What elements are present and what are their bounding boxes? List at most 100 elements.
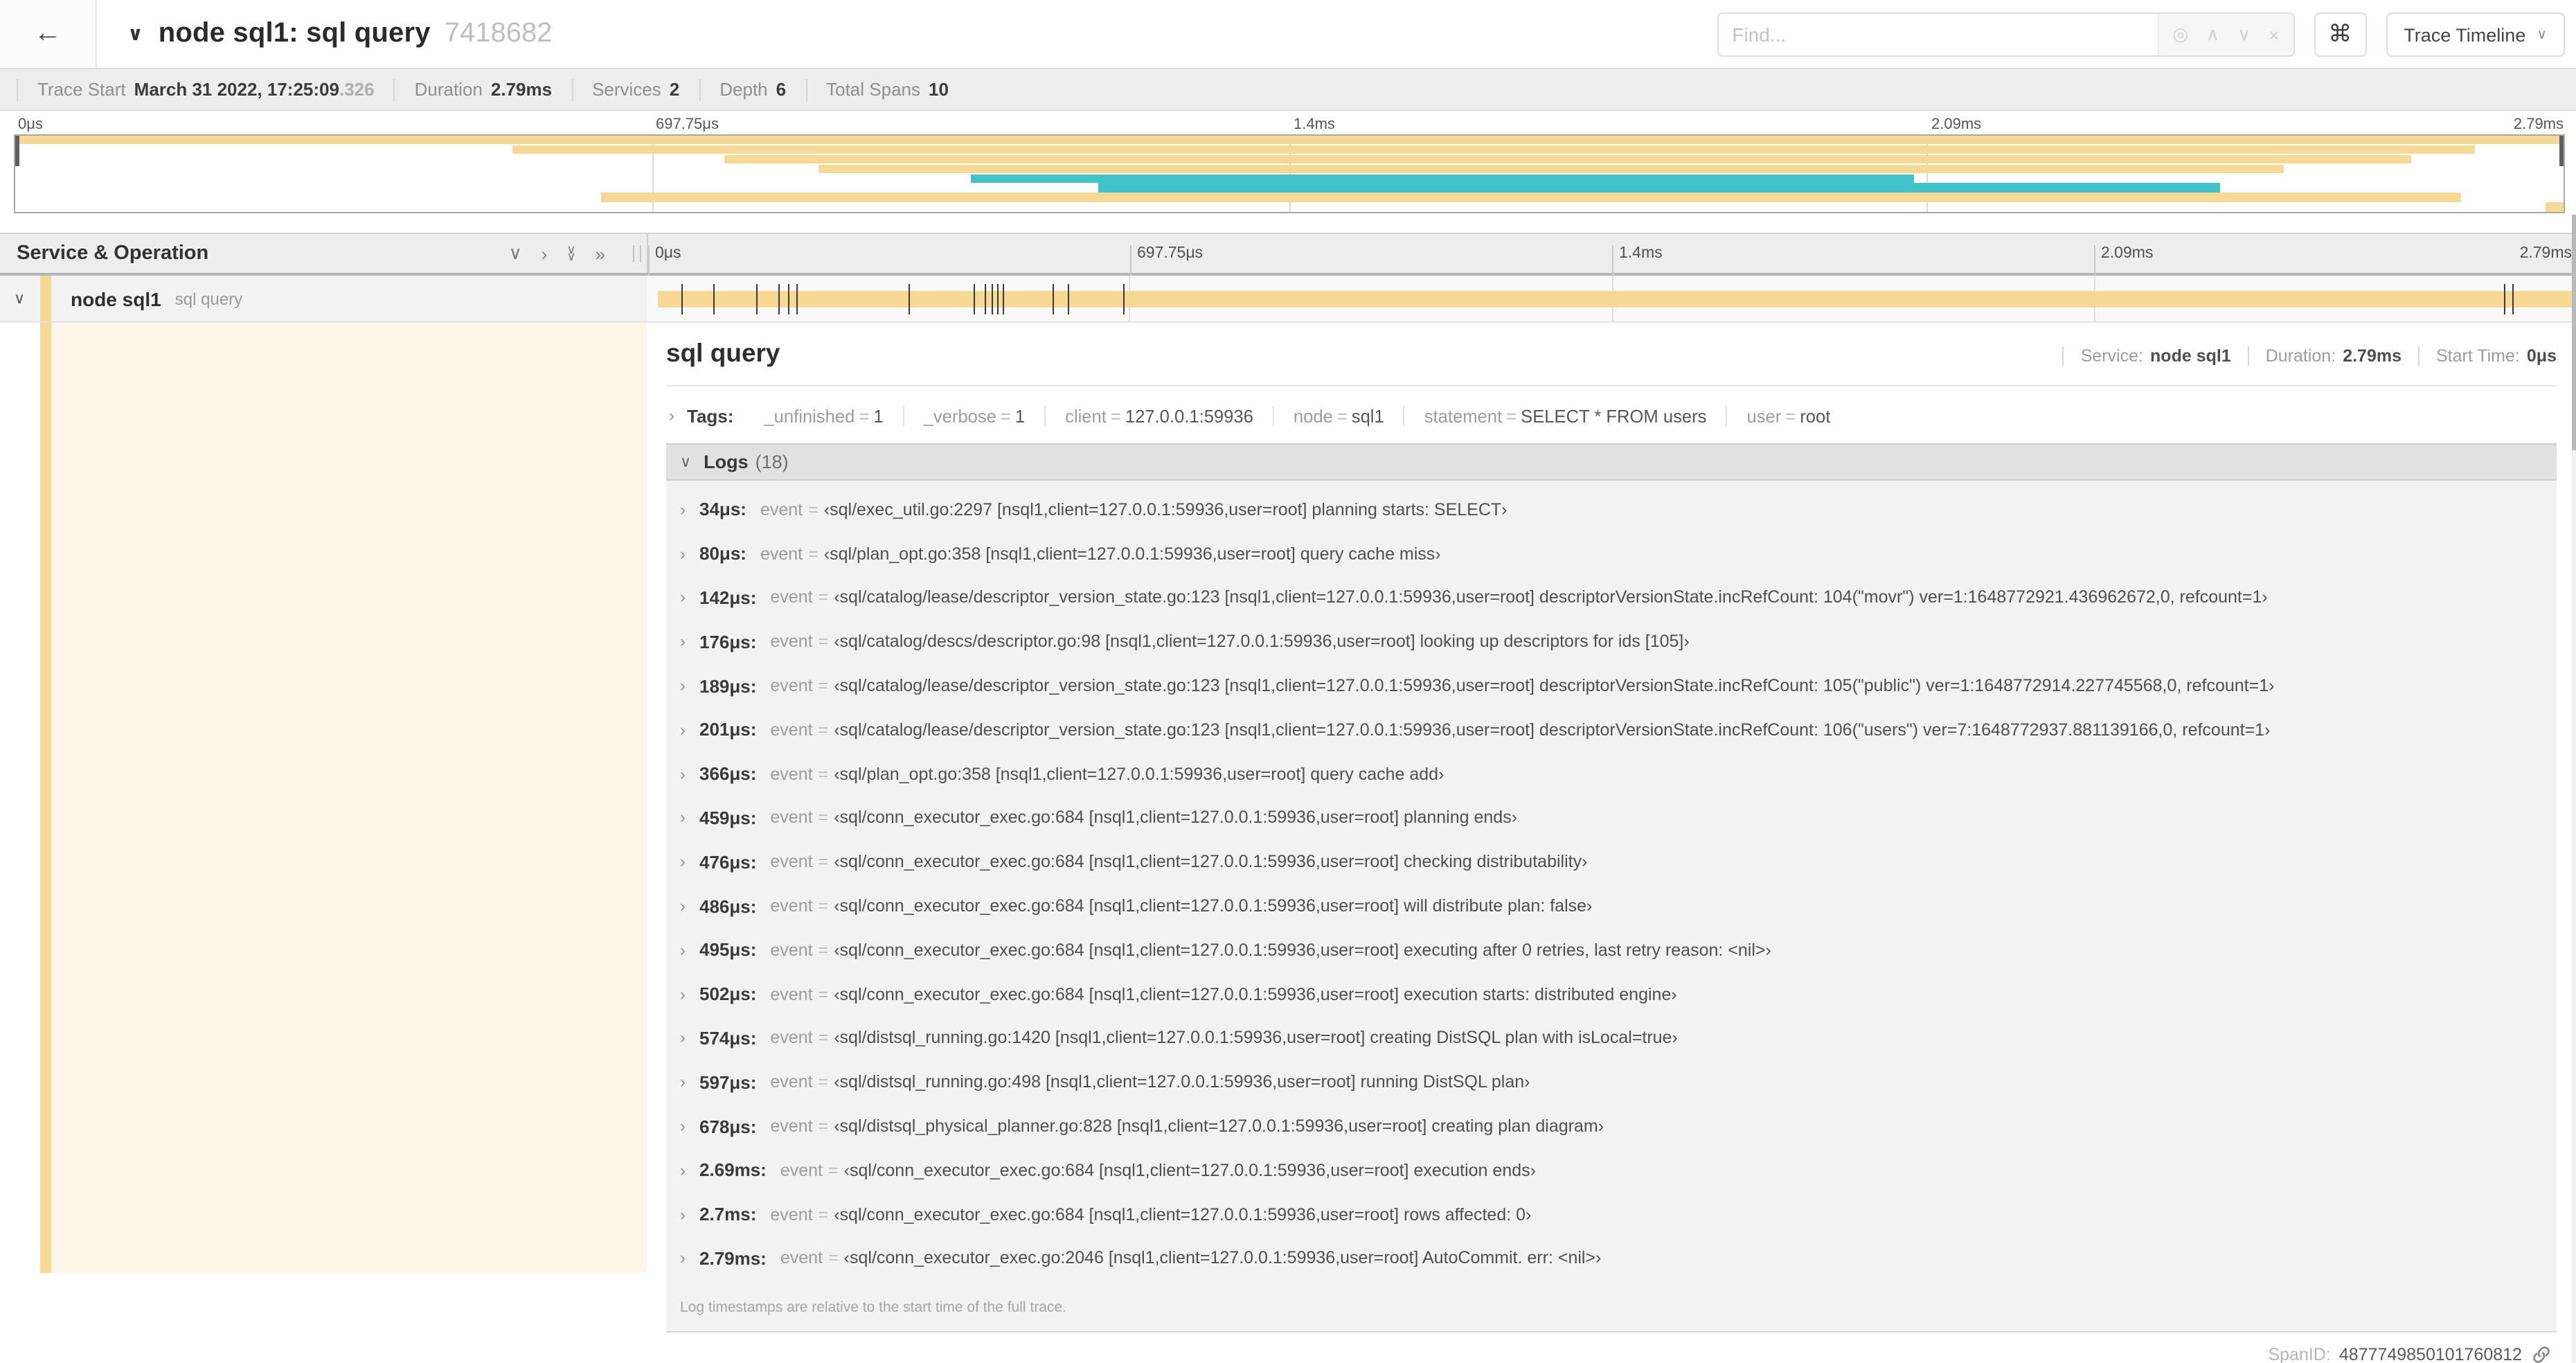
log-field-value: ‹sql/plan_opt.go:358 [nsql1,client=127.0… [823,544,1441,564]
viewport-drag-handle-right[interactable] [2559,136,2564,166]
log-event-mark[interactable] [996,284,999,314]
service-color-stripe [40,276,51,321]
log-timestamp: 574μs: [699,1027,757,1049]
find-icons: ◎ ∧ ∨ × [2157,14,2293,55]
timeline-minimap[interactable] [14,134,2565,213]
chevron-right-icon: › [680,1248,686,1268]
log-entry[interactable]: › 476μs: event = ‹sql/conn_executor_exec… [669,840,2557,884]
chevron-down-icon[interactable]: ∨ [127,22,143,46]
log-event-mark[interactable] [2504,284,2506,314]
log-field-value: ‹sql/catalog/descs/descriptor.go:98 [nsq… [834,632,1690,652]
scrollbar[interactable] [2572,215,2576,1363]
log-entry[interactable]: › 2.7ms: event = ‹sql/conn_executor_exec… [669,1193,2557,1237]
timeline-tick-label: 0μs [648,245,681,277]
log-event-mark[interactable] [974,284,976,314]
log-entry[interactable]: › 366μs: event = ‹sql/plan_opt.go:358 [n… [669,752,2557,796]
log-entry[interactable]: › 176μs: event = ‹sql/catalog/descs/desc… [669,620,2557,664]
log-field-value: ‹sql/distsql_running.go:498 [nsql1,clien… [834,1072,1530,1092]
log-entry[interactable]: › 459μs: event = ‹sql/conn_executor_exec… [669,796,2557,840]
column-resizer[interactable] [633,245,641,262]
log-event-mark[interactable] [713,284,715,314]
span-id-row: SpanID: 4877749850101760812 [666,1346,2557,1363]
chevron-right-icon: › [680,587,686,607]
log-event-mark[interactable] [991,284,993,314]
log-event-mark[interactable] [755,284,758,314]
summary-label: Trace Start [37,79,126,100]
log-event-mark[interactable] [788,284,790,314]
tag-key: client [1065,405,1107,426]
chevron-right-icon[interactable]: › [669,406,674,425]
trace-title-wrap[interactable]: ∨ node sql1: sql query 7418682 [127,18,552,50]
chevron-right-icon: › [680,940,686,960]
log-field-value: ‹sql/conn_executor_exec.go:684 [nsql1,cl… [834,896,1593,916]
log-entry[interactable]: › 34μs: event = ‹sql/exec_util.go:2297 [… [669,488,2557,532]
chevron-down-icon: ∨ [680,454,692,471]
meta-label: Start Time: [2436,346,2520,366]
log-entry[interactable]: › 142μs: event = ‹sql/catalog/lease/desc… [669,576,2557,620]
span-row-name-cell[interactable]: ∨ node sql1 sql query [0,276,647,321]
chevron-down-icon[interactable]: ∨ [14,289,33,308]
minimap-tick-label: 2.09ms [1931,116,1982,133]
log-event-mark[interactable] [985,284,987,314]
logs-list: › 34μs: event = ‹sql/exec_util.go:2297 [… [666,481,2557,1333]
collapse-one-icon[interactable]: ∨ [509,242,522,265]
log-entry[interactable]: › 189μs: event = ‹sql/catalog/lease/desc… [669,663,2557,708]
locate-icon[interactable]: ◎ [2172,24,2188,46]
log-entry[interactable]: › 486μs: event = ‹sql/conn_executor_exec… [669,884,2557,928]
clear-search-icon[interactable]: × [2269,24,2279,45]
meta-value: 2.79ms [2343,346,2401,366]
tags-label[interactable]: Tags: [687,405,733,426]
span-row-timeline-cell[interactable] [647,276,2576,321]
log-event-mark[interactable] [2512,284,2514,314]
equals-sign: = [818,764,829,784]
keyboard-shortcuts-button[interactable]: ⌘ [2314,12,2367,57]
log-entry[interactable]: › 2.79ms: event = ‹sql/conn_executor_exe… [669,1236,2557,1281]
minimap-tick-label: 697.75μs [656,116,719,133]
expand-one-icon[interactable]: › [542,243,548,264]
log-event-mark[interactable] [909,284,911,314]
service-color-tint-column [51,323,647,1273]
log-event-mark[interactable] [1002,284,1004,314]
span-detail-panel: sql query Service: node sql1 Duration: 2… [647,323,2576,1363]
log-entry[interactable]: › 502μs: event = ‹sql/conn_executor_exec… [669,972,2557,1017]
prev-match-icon[interactable]: ∧ [2206,24,2219,46]
log-timestamp: 142μs: [699,587,757,608]
log-entry[interactable]: › 80μs: event = ‹sql/plan_opt.go:358 [ns… [669,532,2557,576]
log-entry[interactable]: › 201μs: event = ‹sql/catalog/lease/desc… [669,708,2557,752]
expand-all-icon[interactable]: » [596,243,605,264]
deep-link-icon[interactable] [2532,1346,2551,1363]
log-entry[interactable]: › 2.69ms: event = ‹sql/conn_executor_exe… [669,1148,2557,1193]
log-event-mark[interactable] [1067,284,1069,314]
log-entry[interactable]: › 495μs: event = ‹sql/conn_executor_exec… [669,928,2557,972]
viewport-drag-handle-left[interactable] [15,136,19,166]
span-row[interactable]: ∨ node sql1 sql query [0,276,2576,323]
logs-header[interactable]: ∨ Logs (18) [666,443,2557,481]
log-field-key: event [770,1204,813,1224]
log-event-mark[interactable] [778,284,780,314]
log-event-mark[interactable] [1052,284,1054,314]
tag-item: statement = SELECT * FROM users [1403,405,1726,426]
scrollbar-thumb[interactable] [2572,215,2576,450]
log-field-key: event [770,940,813,960]
log-timestamp: 476μs: [699,851,757,873]
log-entry[interactable]: › 597μs: event = ‹sql/distsql_running.go… [669,1060,2557,1105]
back-button[interactable]: ← [0,0,97,68]
chevron-right-icon: › [680,1160,686,1180]
log-event-mark[interactable] [796,284,798,314]
trace-view-selector[interactable]: Trace Timeline ∨ [2386,12,2565,57]
log-event-mark[interactable] [1123,284,1125,314]
next-match-icon[interactable]: ∨ [2237,24,2251,46]
tag-key: _verbose [923,405,996,426]
chevron-right-icon: › [680,544,686,564]
find-input[interactable] [1718,14,2158,55]
log-entry[interactable]: › 574μs: event = ‹sql/distsql_running.go… [669,1016,2557,1060]
log-timestamp: 495μs: [699,939,757,961]
collapse-all-icon[interactable]: ∨ ∨ [566,243,575,262]
log-event-mark[interactable] [681,284,683,314]
log-entry[interactable]: › 678μs: event = ‹sql/distsql_physical_p… [669,1104,2557,1148]
log-field-key: event [770,1116,813,1137]
equals-sign: = [828,1160,839,1180]
logs-title: Logs [704,452,749,472]
span-duration-bar[interactable] [658,291,2573,308]
log-timestamp: 2.79ms: [699,1247,767,1269]
